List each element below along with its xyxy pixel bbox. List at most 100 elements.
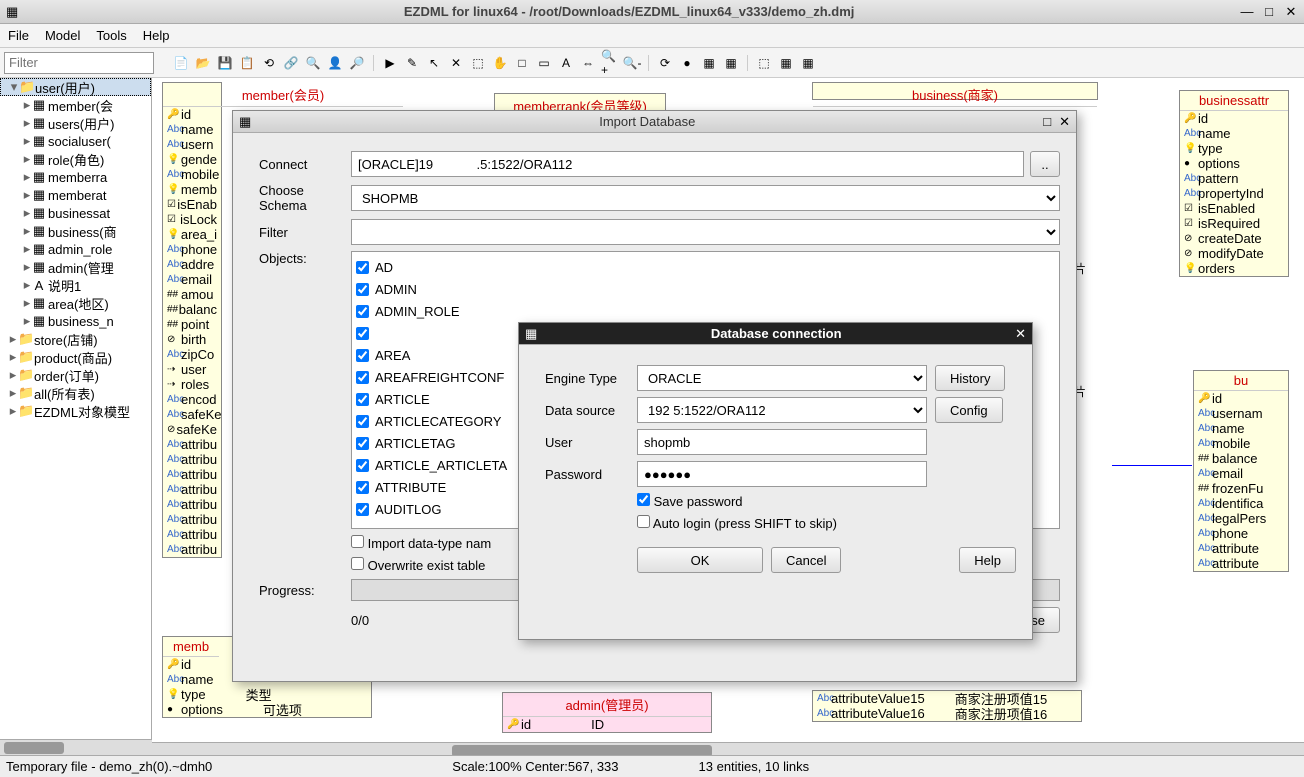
field-row[interactable]: 🔑id [163,107,221,122]
field-row[interactable]: Abcaddre [163,257,221,272]
field-row[interactable]: Abcname [163,122,221,137]
toolbar-button-0[interactable]: 📄 [171,53,191,73]
field-row[interactable]: AbcpropertyInd [1180,186,1288,201]
field-row[interactable]: 💡memb [163,182,221,197]
field-row[interactable]: ⊘safeKe [163,422,221,437]
entity-bu2[interactable]: bu 🔑idAbcusernamAbcnameAbcmobile##balanc… [1193,370,1289,572]
auto-login-checkbox[interactable]: Auto login (press SHIFT to skip) [637,515,837,531]
field-row[interactable]: Abcusernam [1194,406,1288,421]
tree-row-13[interactable]: ▸▦business_n [0,312,151,330]
field-row[interactable]: Abcattribu [163,452,221,467]
field-row[interactable]: Abcusern [163,137,221,152]
tree-row-10[interactable]: ▸▦admin(管理 [0,258,151,276]
field-row[interactable]: 💡orders [1180,261,1288,276]
field-row[interactable]: Abcattribu [163,482,221,497]
field-row[interactable]: ☑isEnab [163,197,221,212]
entity-memberrank[interactable]: memberrank(会员等级) [494,93,666,111]
field-row[interactable]: Abcattribute [1194,541,1288,556]
entity-attrvals[interactable]: AbcattributeValue15商家注册项值15 Abcattribute… [812,690,1082,722]
field-row[interactable]: AbczipCo [163,347,221,362]
toolbar-button-28[interactable]: ⬚ [754,53,774,73]
dialog-close[interactable]: ✕ [1015,326,1026,342]
toolbar-button-16[interactable]: □ [512,53,532,73]
menu-tools[interactable]: Tools [96,28,126,43]
toolbar-button-26[interactable]: ▦ [721,53,741,73]
import-datatype-checkbox[interactable]: Import data-type nam [351,535,491,551]
field-row[interactable]: Abcattribu [163,467,221,482]
field-row[interactable]: ##amou [163,287,221,302]
tree-row-14[interactable]: ▸📁store(店铺) [0,330,151,348]
toolbar-button-4[interactable]: ⟲ [259,53,279,73]
field-row[interactable]: 🔑id [1194,391,1288,406]
field-row[interactable]: ☑isEnabled [1180,201,1288,216]
tree-row-11[interactable]: ▸A说明1 [0,276,151,294]
menu-help[interactable]: Help [143,28,170,43]
engine-select[interactable]: ORACLE [637,365,927,391]
minimize-button[interactable]: — [1240,4,1254,20]
tree-row-17[interactable]: ▸📁all(所有表) [0,384,151,402]
tree-row-3[interactable]: ▸▦socialuser( [0,132,151,150]
ok-button[interactable]: OK [637,547,763,573]
tree-row-16[interactable]: ▸📁order(订单) [0,366,151,384]
field-row[interactable]: ●options可选项 [163,702,371,717]
dialog-close[interactable]: ✕ [1059,114,1070,130]
config-button[interactable]: Config [935,397,1003,423]
field-row[interactable]: Abcattribu [163,527,221,542]
field-row[interactable]: Abcname [1194,421,1288,436]
menu-model[interactable]: Model [45,28,80,43]
tree-row-4[interactable]: ▸▦role(角色) [0,150,151,168]
user-input[interactable] [637,429,927,455]
toolbar-button-21[interactable]: 🔍- [622,53,642,73]
toolbar-button-13[interactable]: ✕ [446,53,466,73]
entity-business[interactable]: business(商家) [812,82,1098,100]
object-item-0[interactable]: AD [356,256,1055,278]
toolbar-button-20[interactable]: 🔍+ [600,53,620,73]
tree-row-5[interactable]: ▸▦memberra [0,168,151,186]
field-row[interactable]: Abcemail [1194,466,1288,481]
save-password-checkbox[interactable]: Save password [637,493,743,509]
history-button[interactable]: History [935,365,1005,391]
field-row[interactable]: ☑isRequired [1180,216,1288,231]
field-row[interactable]: 💡type [1180,141,1288,156]
field-row[interactable]: ##balance [1194,451,1288,466]
field-row[interactable]: Abcphone [163,242,221,257]
field-row[interactable]: ##point [163,317,221,332]
toolbar-button-7[interactable]: 👤 [325,53,345,73]
tree-row-8[interactable]: ▸▦business(商 [0,222,151,240]
field-row[interactable]: 💡gende [163,152,221,167]
toolbar-button-11[interactable]: ✎ [402,53,422,73]
toolbar-button-12[interactable]: ↖ [424,53,444,73]
filter-input[interactable] [4,52,154,74]
tree-row-18[interactable]: ▸📁EZDML对象模型 [0,402,151,420]
datasource-select[interactable]: 192 5:1522/ORA112 [637,397,927,423]
toolbar-button-14[interactable]: ⬚ [468,53,488,73]
field-row[interactable]: Abcname [1180,126,1288,141]
tree-row-6[interactable]: ▸▦memberat [0,186,151,204]
field-row[interactable]: ⊘createDate [1180,231,1288,246]
tree-row-0[interactable]: ▾📁user(用户) [0,78,151,96]
tree-row-12[interactable]: ▸▦area(地区) [0,294,151,312]
field-row[interactable]: Abcmobile [163,167,221,182]
close-button[interactable]: ✕ [1284,4,1298,20]
toolbar-button-3[interactable]: 📋 [237,53,257,73]
field-row[interactable]: Abcmobile [1194,436,1288,451]
toolbar-button-15[interactable]: ✋ [490,53,510,73]
entity-member[interactable]: member(会员) 🔑idAbcnameAbcusern💡gendeAbcmo… [162,82,222,558]
field-row[interactable]: Abcemail [163,272,221,287]
field-row[interactable]: Abcattribu [163,437,221,452]
menu-file[interactable]: File [8,28,29,43]
toolbar-button-2[interactable]: 💾 [215,53,235,73]
field-row[interactable]: ##frozenFu [1194,481,1288,496]
schema-select[interactable]: SHOPMB [351,185,1060,211]
field-row[interactable]: 🔑id [1180,111,1288,126]
tree-row-1[interactable]: ▸▦member(会 [0,96,151,114]
toolbar-button-5[interactable]: 🔗 [281,53,301,73]
field-row[interactable]: AbcsafeKe [163,407,221,422]
toolbar-button-30[interactable]: ▦ [798,53,818,73]
field-row[interactable]: Abcpattern [1180,171,1288,186]
toolbar-button-1[interactable]: 📂 [193,53,213,73]
field-row[interactable]: ⇢roles [163,377,221,392]
maximize-button[interactable]: □ [1262,4,1276,20]
field-row[interactable]: Abcphone [1194,526,1288,541]
toolbar-button-24[interactable]: ● [677,53,697,73]
